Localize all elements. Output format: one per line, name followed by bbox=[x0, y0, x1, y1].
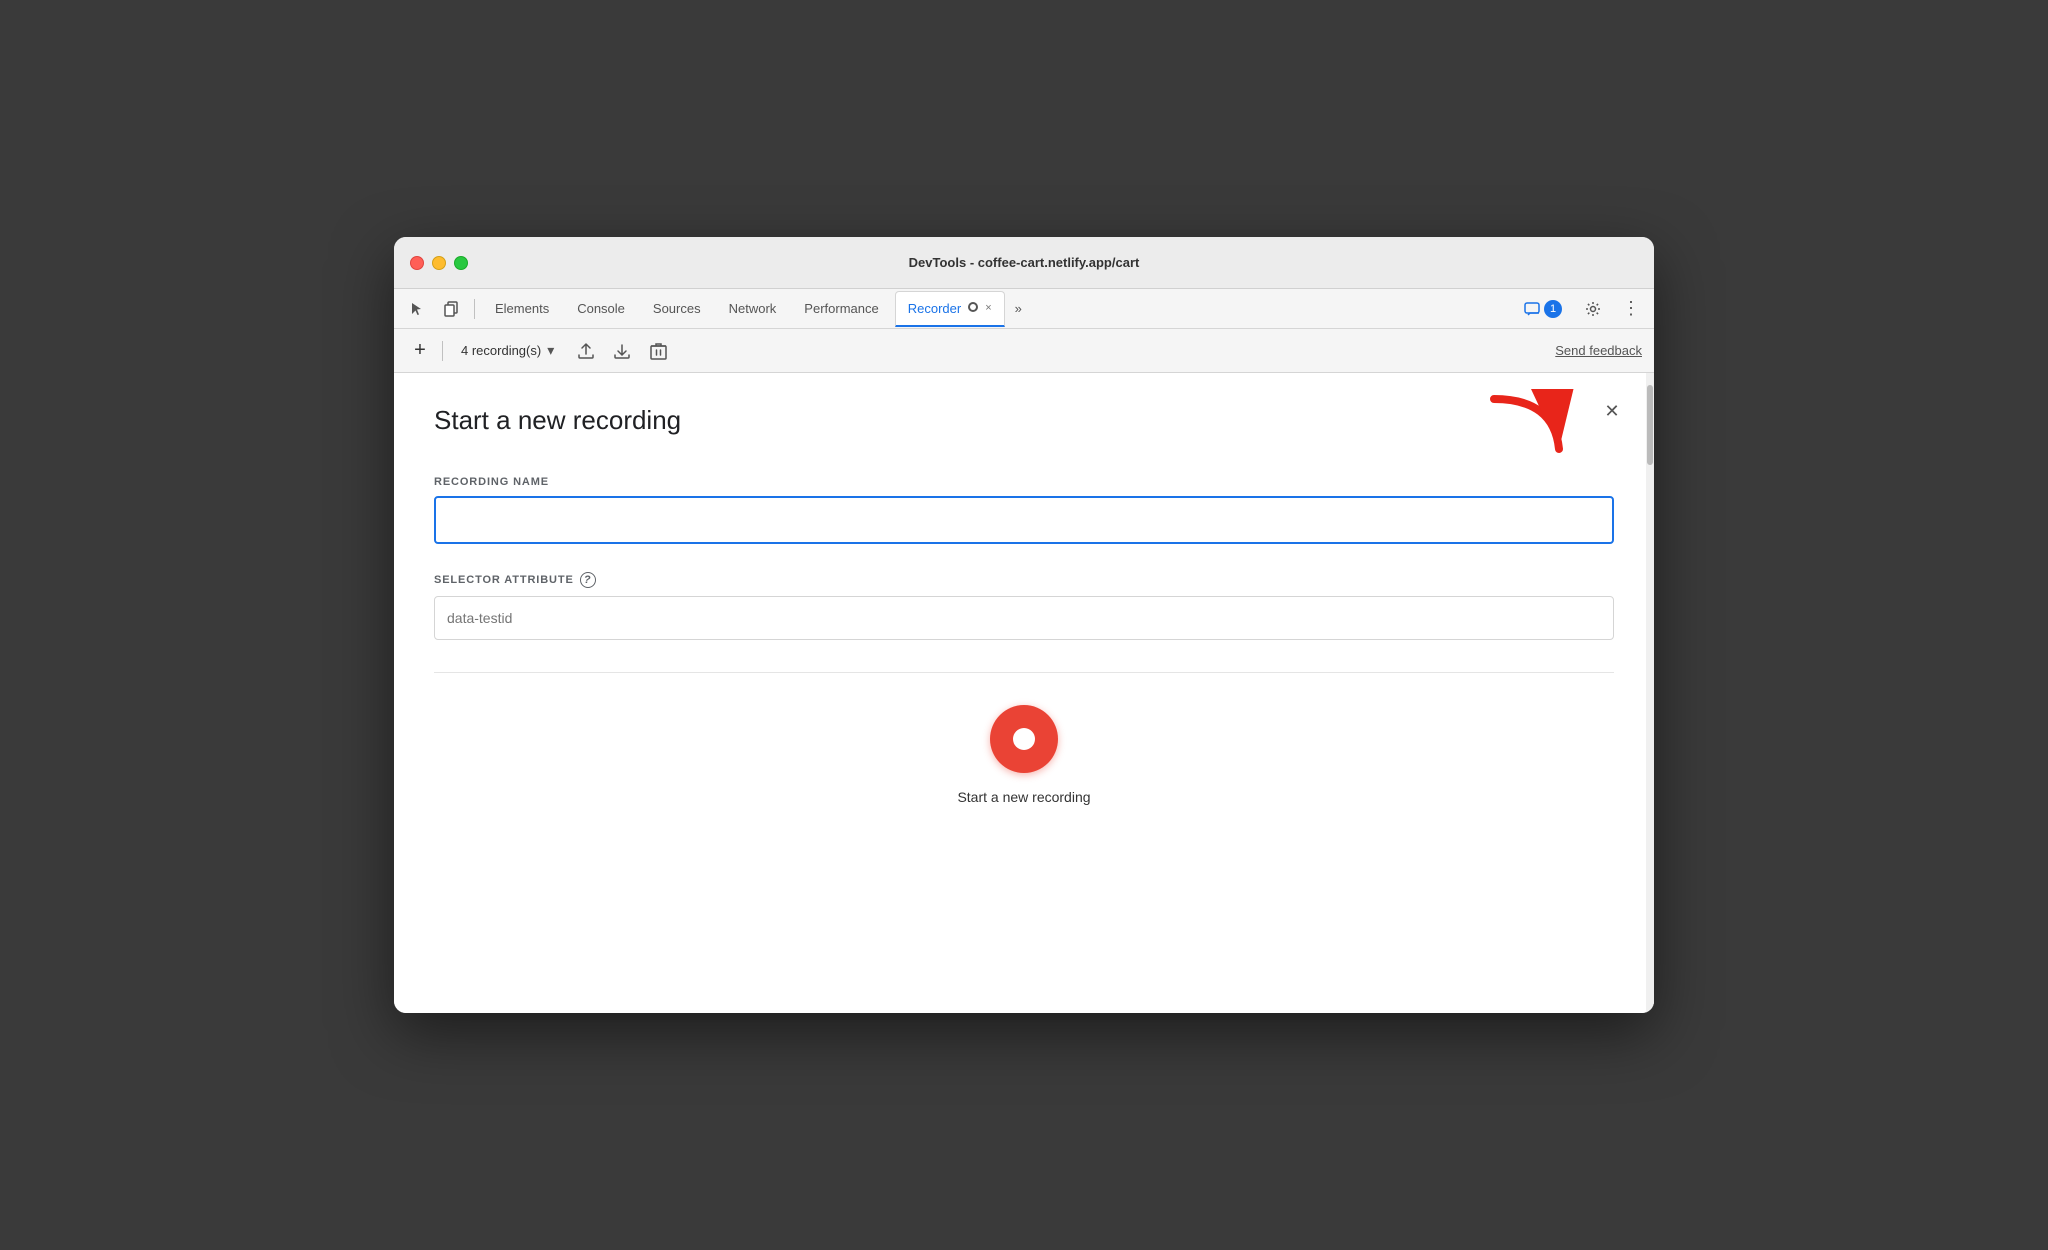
selector-attribute-section: SELECTOR ATTRIBUTE ? bbox=[434, 572, 1614, 640]
tab-overflow-button[interactable]: » bbox=[1009, 301, 1028, 316]
close-form-button[interactable]: ✕ bbox=[1598, 397, 1626, 425]
window-title: DevTools - coffee-cart.netlify.app/cart bbox=[909, 255, 1140, 270]
record-inner-dot bbox=[1013, 728, 1035, 750]
toolbar: + 4 recording(s) ▾ bbox=[394, 329, 1654, 373]
scrollbar[interactable] bbox=[1646, 373, 1654, 1013]
fullscreen-button[interactable] bbox=[454, 256, 468, 270]
chat-icon bbox=[1524, 302, 1540, 316]
settings-button[interactable] bbox=[1578, 295, 1608, 323]
form-title: Start a new recording bbox=[434, 405, 1614, 436]
export-button[interactable] bbox=[572, 337, 600, 365]
start-recording-label: Start a new recording bbox=[957, 789, 1090, 805]
tab-sources[interactable]: Sources bbox=[641, 291, 713, 327]
separator bbox=[434, 672, 1614, 673]
more-menu-button[interactable]: ⋮ bbox=[1616, 295, 1646, 323]
tab-console[interactable]: Console bbox=[565, 291, 637, 327]
recording-name-label: RECORDING NAME bbox=[434, 476, 1614, 488]
title-bar: DevTools - coffee-cart.netlify.app/cart bbox=[394, 237, 1654, 289]
tab-network[interactable]: Network bbox=[717, 291, 789, 327]
copy-icon-button[interactable] bbox=[436, 295, 466, 323]
close-button[interactable] bbox=[410, 256, 424, 270]
help-icon[interactable]: ? bbox=[580, 572, 596, 588]
main-content: ✕ Start a new recording RECORDING NAME S… bbox=[394, 373, 1654, 1013]
scrollbar-thumb[interactable] bbox=[1647, 385, 1653, 465]
notification-badge: 1 bbox=[1544, 300, 1562, 318]
recordings-dropdown[interactable]: 4 recording(s) ▾ bbox=[451, 338, 564, 363]
recording-name-input[interactable] bbox=[434, 496, 1614, 544]
tab-elements[interactable]: Elements bbox=[483, 291, 561, 327]
delete-button[interactable] bbox=[644, 337, 672, 365]
tab-bar-divider bbox=[474, 299, 475, 319]
recorder-icon bbox=[967, 301, 979, 313]
tab-bar-right: 1 ⋮ bbox=[1516, 295, 1646, 323]
selector-attribute-input[interactable] bbox=[434, 596, 1614, 640]
start-recording-button[interactable] bbox=[990, 705, 1058, 773]
chevron-down-icon: ▾ bbox=[547, 342, 554, 359]
minimize-button[interactable] bbox=[432, 256, 446, 270]
settings-icon bbox=[1585, 301, 1601, 317]
tab-recorder[interactable]: Recorder × bbox=[895, 291, 1005, 327]
tab-close-recorder[interactable]: × bbox=[985, 302, 991, 314]
import-button[interactable] bbox=[608, 337, 636, 365]
tab-bar: Elements Console Sources Network Perform… bbox=[394, 289, 1654, 329]
recording-name-section: RECORDING NAME bbox=[434, 476, 1614, 544]
selector-attribute-label: SELECTOR ATTRIBUTE ? bbox=[434, 572, 1614, 588]
devtools-window: DevTools - coffee-cart.netlify.app/cart … bbox=[394, 237, 1654, 1013]
notification-button[interactable]: 1 bbox=[1516, 296, 1570, 322]
toolbar-divider bbox=[442, 341, 443, 361]
tab-performance[interactable]: Performance bbox=[792, 291, 890, 327]
import-icon bbox=[613, 342, 631, 360]
send-feedback-link[interactable]: Send feedback bbox=[1555, 343, 1642, 358]
delete-icon bbox=[650, 342, 667, 360]
export-icon bbox=[577, 342, 595, 360]
cursor-icon-button[interactable] bbox=[402, 295, 432, 323]
traffic-lights bbox=[410, 256, 468, 270]
add-recording-button[interactable]: + bbox=[406, 337, 434, 365]
red-arrow-annotation bbox=[1484, 389, 1574, 474]
start-recording-section: Start a new recording bbox=[434, 705, 1614, 825]
